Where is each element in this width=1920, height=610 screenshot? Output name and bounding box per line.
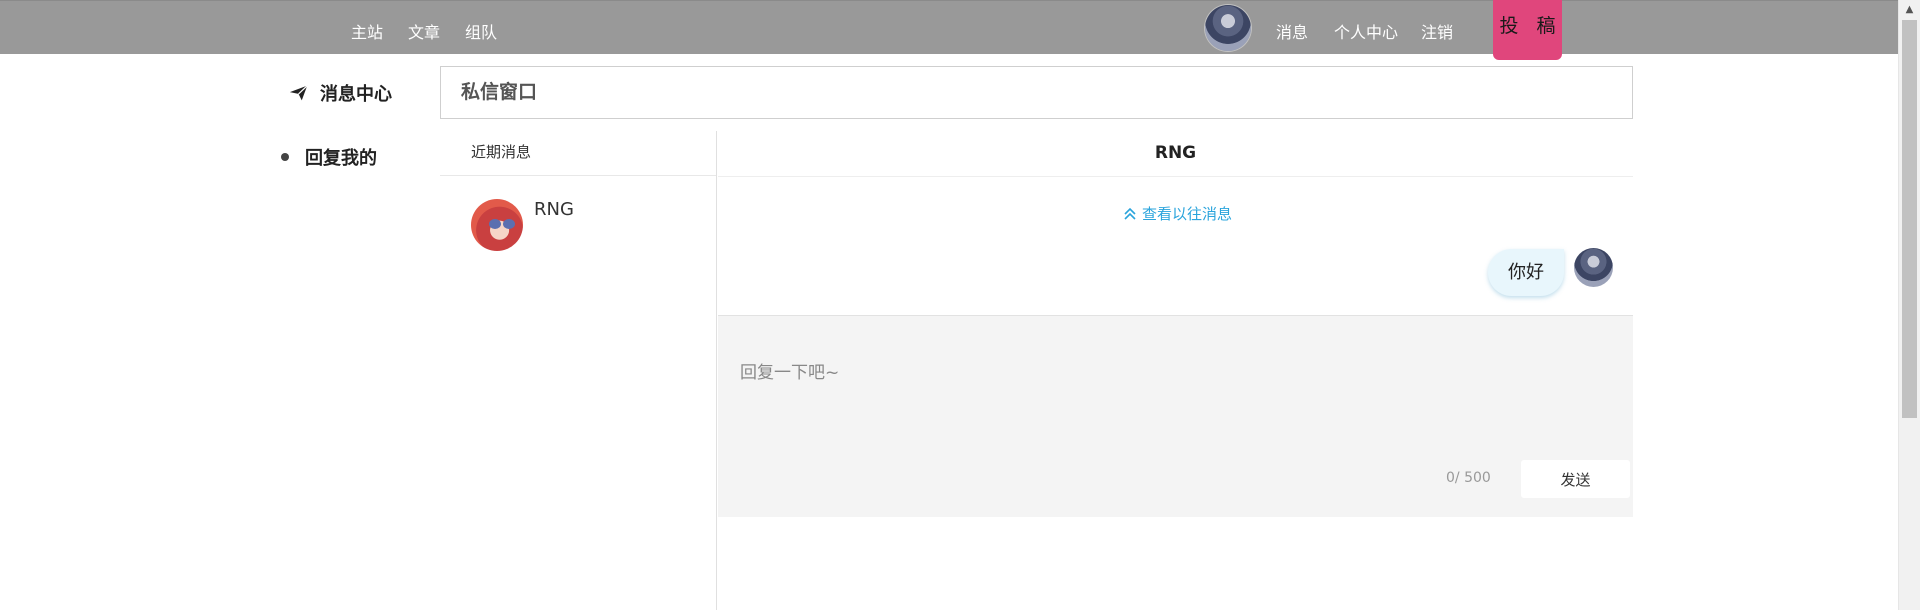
- nav-link-main-site[interactable]: 主站: [351, 19, 383, 43]
- scrollbar-thumb[interactable]: [1902, 20, 1917, 418]
- page-scrollbar[interactable]: ▲: [1898, 0, 1920, 610]
- view-history-label: 查看以往消息: [1142, 205, 1233, 223]
- scroll-up-arrow-icon[interactable]: ▲: [1899, 0, 1920, 20]
- my-avatar: [1574, 248, 1613, 287]
- sidebar-item-label: 回复我的: [305, 148, 377, 169]
- view-history-link[interactable]: 查看以往消息: [1123, 203, 1232, 224]
- chat-partner-name: RNG: [718, 131, 1633, 177]
- message-bubble: 你好: [1488, 249, 1564, 296]
- double-chevron-up-icon: [1124, 207, 1136, 220]
- nav-link-messages[interactable]: 消息: [1276, 19, 1308, 43]
- recent-messages-header: 近期消息: [440, 131, 716, 176]
- reply-panel: 0/ 500 发送: [718, 316, 1633, 517]
- nav-link-teams[interactable]: 组队: [465, 19, 497, 43]
- submit-post-button[interactable]: 投 稿: [1493, 0, 1562, 60]
- nav-link-profile[interactable]: 个人中心: [1334, 19, 1398, 43]
- send-button[interactable]: 发送: [1521, 460, 1630, 498]
- private-message-window-title: 私信窗口: [440, 66, 1633, 119]
- message-center-title: 消息中心: [288, 80, 392, 106]
- character-counter: 0/ 500: [1446, 470, 1491, 486]
- contacts-panel: 近期消息 RNG: [440, 131, 717, 610]
- nav-link-articles[interactable]: 文章: [408, 19, 440, 43]
- top-nav-bar: 主站 文章 组队 消息 个人中心 注销: [0, 0, 1898, 54]
- sidebar-item-replies[interactable]: 回复我的: [281, 144, 377, 170]
- contact-avatar: [471, 199, 523, 251]
- bullet-icon: [281, 153, 289, 161]
- contact-item-rng[interactable]: RNG: [471, 199, 711, 255]
- contact-name: RNG: [534, 199, 574, 220]
- paper-plane-icon: [289, 85, 308, 101]
- nav-link-logout[interactable]: 注销: [1421, 19, 1453, 43]
- reply-input[interactable]: [738, 356, 1602, 420]
- message-center-label: 消息中心: [320, 84, 392, 105]
- user-avatar[interactable]: [1205, 5, 1251, 51]
